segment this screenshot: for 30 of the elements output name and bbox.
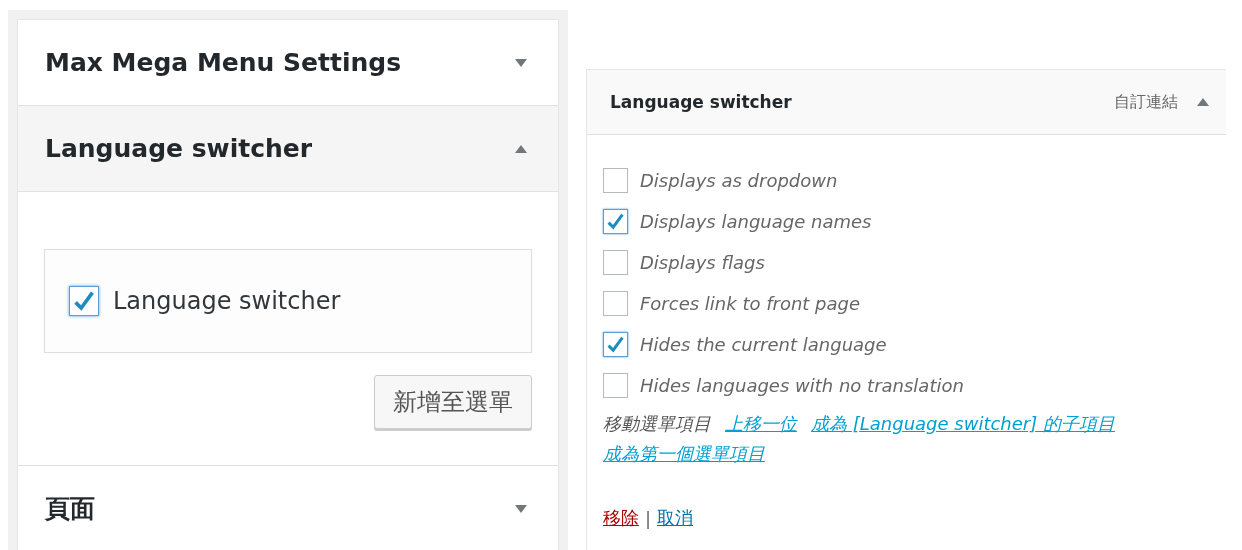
collapse-arrow-icon[interactable] bbox=[1196, 97, 1210, 107]
checkbox[interactable] bbox=[69, 286, 99, 316]
separator: | bbox=[645, 507, 652, 529]
move-label: 移動選單項目 bbox=[603, 412, 711, 436]
menu-item-type: 自訂連結 bbox=[1114, 91, 1178, 113]
option-label: Hides the current language bbox=[640, 334, 887, 355]
option-label: Displays flags bbox=[640, 252, 765, 273]
checkbox[interactable] bbox=[603, 291, 628, 316]
option-label: Displays as dropdown bbox=[640, 170, 838, 191]
option-label: Hides languages with no translation bbox=[640, 375, 964, 396]
section-title: 頁面 bbox=[45, 493, 95, 525]
menu-item-header[interactable]: Language switcher 自訂連結 bbox=[587, 70, 1226, 135]
checkbox[interactable] bbox=[603, 250, 628, 275]
section-title: Max Mega Menu Settings bbox=[45, 48, 402, 77]
checkbox[interactable] bbox=[603, 209, 628, 234]
add-to-menu-button[interactable]: 新增至選單 bbox=[374, 375, 532, 429]
section-header[interactable]: Language switcher bbox=[18, 106, 558, 192]
option-label: Displays language names bbox=[640, 211, 872, 232]
checkbox[interactable] bbox=[603, 373, 628, 398]
cancel-link[interactable]: 取消 bbox=[657, 506, 694, 530]
menu-item-title: Language switcher bbox=[610, 92, 793, 112]
collapse-arrow-icon[interactable] bbox=[514, 143, 528, 154]
section-title: Language switcher bbox=[45, 134, 313, 163]
checkbox[interactable] bbox=[603, 168, 628, 193]
checkbox-label: Language switcher bbox=[113, 287, 341, 315]
option-label: Forces link to front page bbox=[640, 293, 861, 314]
remove-link[interactable]: 移除 bbox=[603, 506, 639, 530]
checkbox[interactable] bbox=[603, 332, 628, 357]
expand-arrow-icon[interactable] bbox=[514, 57, 528, 68]
expand-arrow-icon[interactable] bbox=[514, 503, 528, 514]
